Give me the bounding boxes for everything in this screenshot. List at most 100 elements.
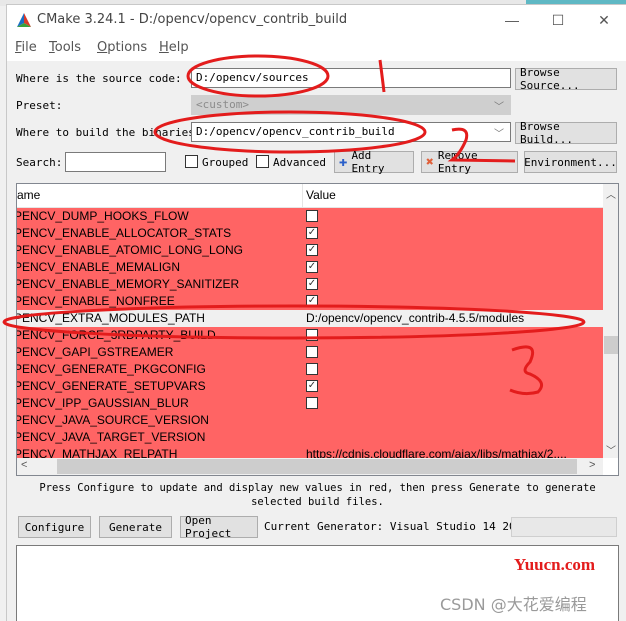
row-value-checkbox[interactable] bbox=[306, 363, 318, 375]
row-value-checkbox[interactable] bbox=[306, 329, 318, 341]
configure-hint-text: Press Configure to update and display ne… bbox=[39, 482, 596, 508]
row-name: PENCV_ENABLE_ALLOCATOR_STATS bbox=[17, 226, 232, 240]
cache-variables-table: ame Value PENCV_DUMP_HOOKS_FLOW PENCV_ENA… bbox=[16, 183, 619, 476]
source-label: Where is the source code: bbox=[16, 72, 182, 85]
grouped-checkbox[interactable] bbox=[185, 155, 198, 168]
advanced-label: Advanced bbox=[273, 156, 326, 169]
table-row[interactable]: PENCV_ENABLE_ALLOCATOR_STATS ✓ bbox=[17, 225, 603, 242]
scroll-up-icon[interactable]: ︿ bbox=[606, 186, 616, 201]
chevron-down-icon[interactable]: ﹀ bbox=[494, 125, 504, 140]
row-value-checkbox[interactable] bbox=[306, 210, 318, 222]
scroll-right-icon[interactable]: > bbox=[589, 459, 595, 471]
row-value-checkbox[interactable]: ✓ bbox=[306, 278, 318, 290]
row-name: PENCV_GENERATE_SETUPVARS bbox=[17, 379, 206, 393]
remove-entry-label: Remove Entry bbox=[437, 149, 478, 175]
menu-options-label: ptions bbox=[107, 40, 148, 55]
watermark-site: Yuucn.com bbox=[514, 555, 596, 574]
menu-help-mnemonic: H bbox=[159, 40, 169, 55]
horizontal-scrollbar[interactable]: < > bbox=[17, 458, 603, 475]
menu-options-mnemonic: O bbox=[97, 40, 108, 55]
row-value-checkbox[interactable] bbox=[306, 397, 318, 409]
row-name: PENCV_ENABLE_MEMALIGN bbox=[17, 260, 181, 274]
table-row[interactable]: PENCV_JAVA_TARGET_VERSION bbox=[17, 429, 603, 446]
close-button[interactable]: ✕ bbox=[581, 5, 626, 35]
menu-file-label: ile bbox=[21, 40, 37, 55]
row-name: PENCV_FORCE_3RDPARTY_BUILD bbox=[17, 328, 216, 342]
row-name: PENCV_GENERATE_PKGCONFIG bbox=[17, 362, 206, 376]
table-row[interactable]: PENCV_ENABLE_MEMORY_SANITIZER ✓ bbox=[17, 276, 603, 293]
add-entry-label: Add Entry bbox=[351, 149, 385, 175]
row-name: PENCV_JAVA_TARGET_VERSION bbox=[17, 430, 206, 444]
browse-source-button[interactable]: Browse Source... bbox=[515, 66, 617, 92]
row-value-checkbox[interactable]: ✓ bbox=[306, 227, 318, 239]
minimize-icon: — bbox=[505, 12, 519, 28]
table-row[interactable]: PENCV_ENABLE_NONFREE ✓ bbox=[17, 293, 603, 310]
generate-button[interactable]: Generate bbox=[99, 516, 172, 538]
table-row[interactable]: PENCV_GAPI_GSTREAMER bbox=[17, 344, 603, 361]
search-input[interactable] bbox=[65, 152, 166, 172]
remove-entry-button[interactable]: ✖ Remove Entry bbox=[421, 149, 518, 175]
row-value-checkbox[interactable]: ✓ bbox=[306, 261, 318, 273]
browse-build-button[interactable]: Browse Build... bbox=[515, 120, 617, 146]
table-row[interactable]: PENCV_IPP_GAUSSIAN_BLUR bbox=[17, 395, 603, 412]
table-row[interactable]: PENCV_JAVA_SOURCE_VERSION bbox=[17, 412, 603, 429]
table-row[interactable]: PENCV_ENABLE_ATOMIC_LONG_LONG ✓ bbox=[17, 242, 603, 259]
build-path-combobox[interactable]: D:/opencv/opencv_contrib_build ﹀ bbox=[191, 122, 511, 142]
watermark-author: CSDN @大花爱编程 bbox=[440, 595, 587, 614]
menu-file[interactable]: File bbox=[15, 40, 37, 55]
minimize-button[interactable]: — bbox=[489, 5, 535, 35]
table-row[interactable]: PENCV_GENERATE_PKGCONFIG bbox=[17, 361, 603, 378]
search-label: Search: bbox=[16, 156, 63, 169]
cmake-window: CMake 3.24.1 - D:/opencv/opencv_contrib_… bbox=[6, 4, 626, 621]
maximize-button[interactable]: ☐ bbox=[535, 5, 581, 35]
row-value[interactable]: https://cdnjs.cloudflare.com/ajax/libs/m… bbox=[306, 447, 567, 458]
title-bar[interactable]: CMake 3.24.1 - D:/opencv/opencv_contrib_… bbox=[7, 5, 626, 35]
row-name: PENCV_EXTRA_MODULES_PATH bbox=[17, 311, 205, 325]
table-row[interactable]: PENCV_EXTRA_MODULES_PATH D:/opencv/opencv… bbox=[17, 310, 603, 327]
source-path-input[interactable]: D:/opencv/sources bbox=[191, 68, 511, 88]
preset-select[interactable]: <custom> ﹀ bbox=[191, 95, 511, 115]
cmake-logo-icon bbox=[17, 13, 31, 27]
open-project-button[interactable]: Open Project bbox=[180, 514, 258, 540]
row-name: PENCV_ENABLE_ATOMIC_LONG_LONG bbox=[17, 243, 243, 257]
configure-button[interactable]: Configure bbox=[18, 516, 91, 538]
build-path-value: D:/opencv/opencv_contrib_build bbox=[196, 125, 395, 138]
remove-x-icon: ✖ bbox=[426, 154, 434, 170]
preset-label: Preset: bbox=[16, 99, 63, 112]
vertical-scroll-thumb[interactable] bbox=[604, 336, 618, 354]
menu-tools-label: ools bbox=[54, 40, 82, 55]
row-name: PENCV_MATHJAX_RELPATH bbox=[17, 447, 178, 458]
table-row[interactable]: PENCV_GENERATE_SETUPVARS ✓ bbox=[17, 378, 603, 395]
table-row[interactable]: PENCV_MATHJAX_RELPATH https://cdnjs.cloud… bbox=[17, 446, 603, 458]
build-label: Where to build the binaries: bbox=[16, 126, 202, 139]
current-generator-label: Current Generator: Visual Studio 14 2015 bbox=[264, 520, 529, 533]
table-row[interactable]: PENCV_DUMP_HOOKS_FLOW bbox=[17, 208, 603, 225]
row-name: PENCV_ENABLE_NONFREE bbox=[17, 294, 175, 308]
vertical-scrollbar[interactable]: ︿ ﹀ bbox=[603, 184, 618, 458]
table-row[interactable]: PENCV_ENABLE_MEMALIGN ✓ bbox=[17, 259, 603, 276]
column-header-value[interactable]: Value bbox=[306, 188, 336, 202]
row-value-checkbox[interactable] bbox=[306, 346, 318, 358]
scroll-left-icon[interactable]: < bbox=[21, 459, 27, 471]
advanced-checkbox[interactable] bbox=[256, 155, 269, 168]
menu-options[interactable]: Options bbox=[97, 40, 147, 55]
close-icon: ✕ bbox=[598, 11, 610, 28]
add-entry-button[interactable]: ✚ Add Entry bbox=[334, 149, 414, 175]
table-body: PENCV_DUMP_HOOKS_FLOW PENCV_ENABLE_ALLOCA… bbox=[17, 208, 603, 458]
horizontal-scroll-thumb[interactable] bbox=[57, 459, 577, 474]
progress-bar bbox=[511, 517, 617, 537]
column-header-name[interactable]: ame bbox=[17, 188, 40, 202]
row-name: PENCV_IPP_GAUSSIAN_BLUR bbox=[17, 396, 189, 410]
row-value-checkbox[interactable]: ✓ bbox=[306, 244, 318, 256]
plus-icon: ✚ bbox=[339, 154, 348, 170]
row-value-checkbox[interactable]: ✓ bbox=[306, 380, 318, 392]
menu-tools[interactable]: Tools bbox=[49, 40, 81, 55]
table-row[interactable]: PENCV_FORCE_3RDPARTY_BUILD bbox=[17, 327, 603, 344]
grouped-label: Grouped bbox=[202, 156, 249, 169]
environment-button[interactable]: Environment... bbox=[524, 151, 617, 173]
scroll-down-icon[interactable]: ﹀ bbox=[606, 442, 616, 457]
row-value[interactable]: D:/opencv/opencv_contrib-4.5.5/modules bbox=[306, 311, 524, 325]
row-value-checkbox[interactable]: ✓ bbox=[306, 295, 318, 307]
menu-help[interactable]: Help bbox=[159, 40, 189, 55]
menu-bar: File Tools Options Help bbox=[7, 35, 626, 61]
